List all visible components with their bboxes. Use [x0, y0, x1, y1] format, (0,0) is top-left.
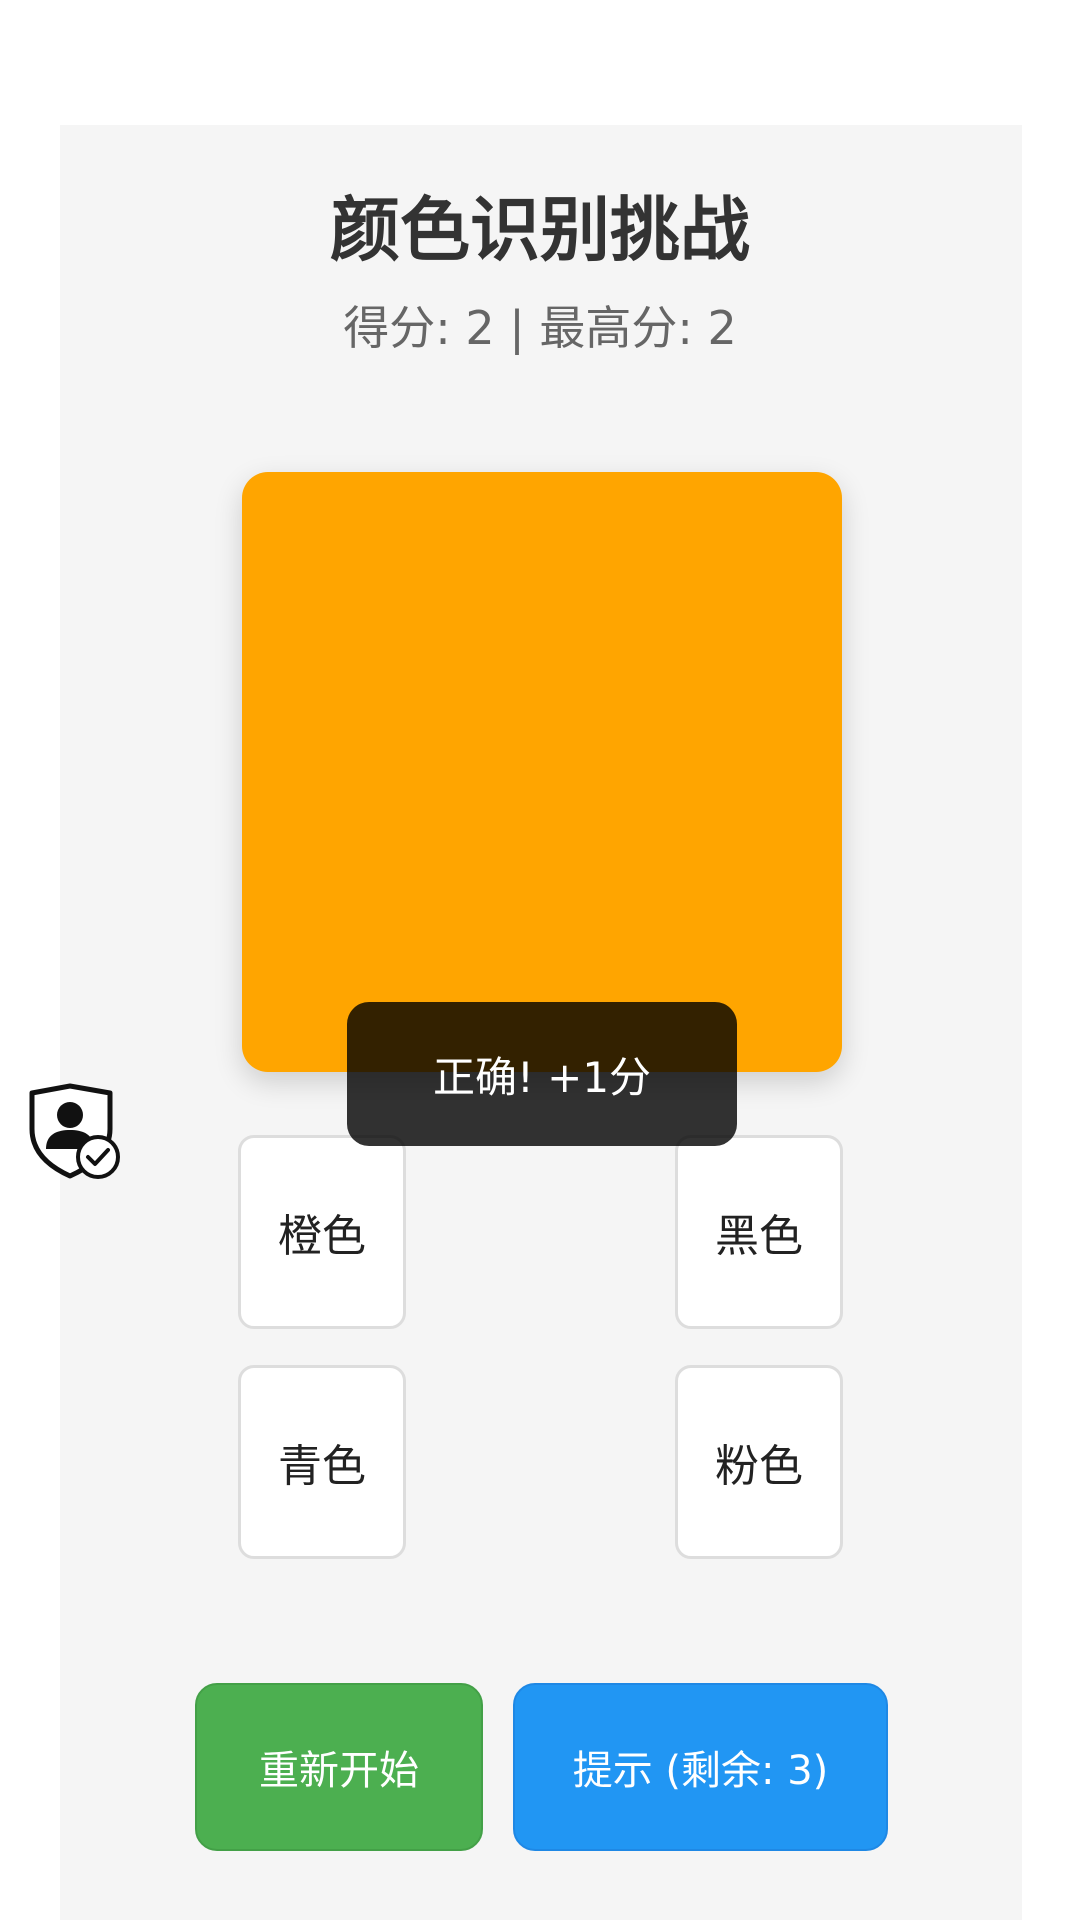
- feedback-toast: 正确! +1分: [347, 1002, 737, 1146]
- color-option-button[interactable]: 橙色: [238, 1135, 406, 1329]
- page-title: 颜色识别挑战: [330, 189, 750, 271]
- color-option-button[interactable]: 粉色: [675, 1365, 843, 1559]
- score-display: 得分: 2 | 最高分: 2: [343, 301, 737, 355]
- color-option-button[interactable]: 青色: [238, 1365, 406, 1559]
- restart-button[interactable]: 重新开始: [195, 1683, 483, 1851]
- color-swatch: [242, 472, 842, 1072]
- color-option-button[interactable]: 黑色: [675, 1135, 843, 1329]
- hint-button[interactable]: 提示 (剩余: 3): [513, 1683, 888, 1851]
- shield-user-check-icon-graphic: [29, 1083, 120, 1179]
- shield-user-check-icon[interactable]: [28, 1083, 122, 1179]
- page: 颜色识别挑战 得分: 2 | 最高分: 2 橙色 黑色 青色 粉色 正确! +1…: [0, 0, 1080, 1920]
